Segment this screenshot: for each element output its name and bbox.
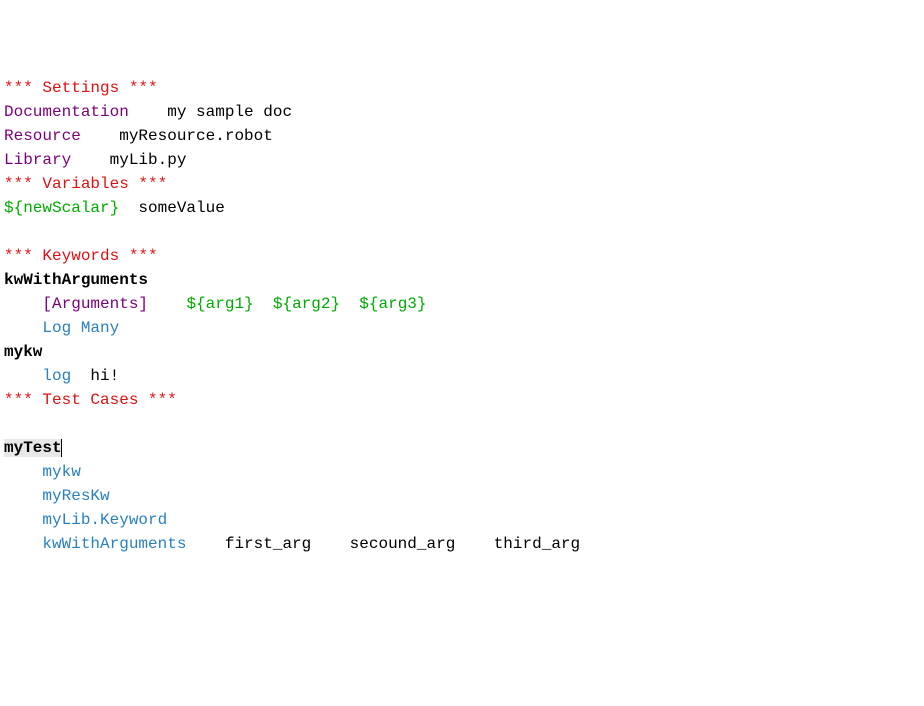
section-header-testcases: *** Test Cases ***	[4, 391, 177, 409]
arg-var: ${arg1}	[186, 295, 253, 313]
indent	[4, 463, 42, 481]
sep	[455, 535, 493, 553]
code-editor[interactable]: *** Settings *** Documentation my sample …	[4, 76, 920, 556]
text	[129, 103, 167, 121]
keyword-call: myLib.Keyword	[42, 511, 167, 529]
sep	[254, 295, 273, 313]
code-line	[4, 412, 920, 436]
code-line: *** Keywords ***	[4, 244, 920, 268]
keyword-def-name: kwWithArguments	[4, 271, 148, 289]
sep	[71, 367, 90, 385]
test-name-selected: myTest	[4, 439, 62, 457]
indent	[4, 367, 42, 385]
indent	[4, 487, 42, 505]
section-header-variables: *** Variables ***	[4, 175, 167, 193]
keyword-call: myResKw	[42, 487, 109, 505]
keyword-def-name: mykw	[4, 343, 42, 361]
code-line: kwWithArguments	[4, 268, 920, 292]
sep	[311, 535, 349, 553]
keyword-call: Log Many	[42, 319, 119, 337]
keyword-call: mykw	[42, 463, 80, 481]
indent	[4, 535, 42, 553]
setting-key: Library	[4, 151, 71, 169]
text	[81, 127, 119, 145]
text	[71, 151, 109, 169]
section-header-keywords: *** Keywords ***	[4, 247, 158, 265]
code-line: Library myLib.py	[4, 148, 920, 172]
arg-var: ${arg2}	[273, 295, 340, 313]
indent	[4, 511, 42, 529]
code-line: mykw	[4, 340, 920, 364]
code-line: Log Many	[4, 316, 920, 340]
sep	[148, 295, 186, 313]
code-line: [Arguments] ${arg1} ${arg2} ${arg3}	[4, 292, 920, 316]
setting-value: myLib.py	[110, 151, 187, 169]
setting-value: my sample doc	[167, 103, 292, 121]
arg-text: secound_arg	[350, 535, 456, 553]
code-line: ${newScalar} someValue	[4, 196, 920, 220]
keyword-call: kwWithArguments	[42, 535, 186, 553]
code-line: kwWithArguments first_arg secound_arg th…	[4, 532, 920, 556]
code-line: mykw	[4, 460, 920, 484]
setting-key: Resource	[4, 127, 81, 145]
code-line: myTest	[4, 436, 920, 460]
code-line: *** Variables ***	[4, 172, 920, 196]
variable-value: someValue	[138, 199, 224, 217]
code-line: *** Settings ***	[4, 76, 920, 100]
arguments-tag: [Arguments]	[42, 295, 148, 313]
code-line: myLib.Keyword	[4, 508, 920, 532]
arg-var: ${arg3}	[359, 295, 426, 313]
variable-name: ${newScalar}	[4, 199, 119, 217]
sep	[340, 295, 359, 313]
code-line: log hi!	[4, 364, 920, 388]
code-line: *** Test Cases ***	[4, 388, 920, 412]
code-line: Resource myResource.robot	[4, 124, 920, 148]
text	[119, 199, 138, 217]
indent	[4, 295, 42, 313]
section-header-settings: *** Settings ***	[4, 79, 158, 97]
indent	[4, 319, 42, 337]
setting-value: myResource.robot	[119, 127, 273, 145]
setting-key: Documentation	[4, 103, 129, 121]
code-line	[4, 220, 920, 244]
keyword-call: log	[42, 367, 71, 385]
arg-text: first_arg	[225, 535, 311, 553]
arg-text: third_arg	[494, 535, 580, 553]
sep	[186, 535, 224, 553]
arg-text: hi!	[90, 367, 119, 385]
code-line: myResKw	[4, 484, 920, 508]
code-line: Documentation my sample doc	[4, 100, 920, 124]
